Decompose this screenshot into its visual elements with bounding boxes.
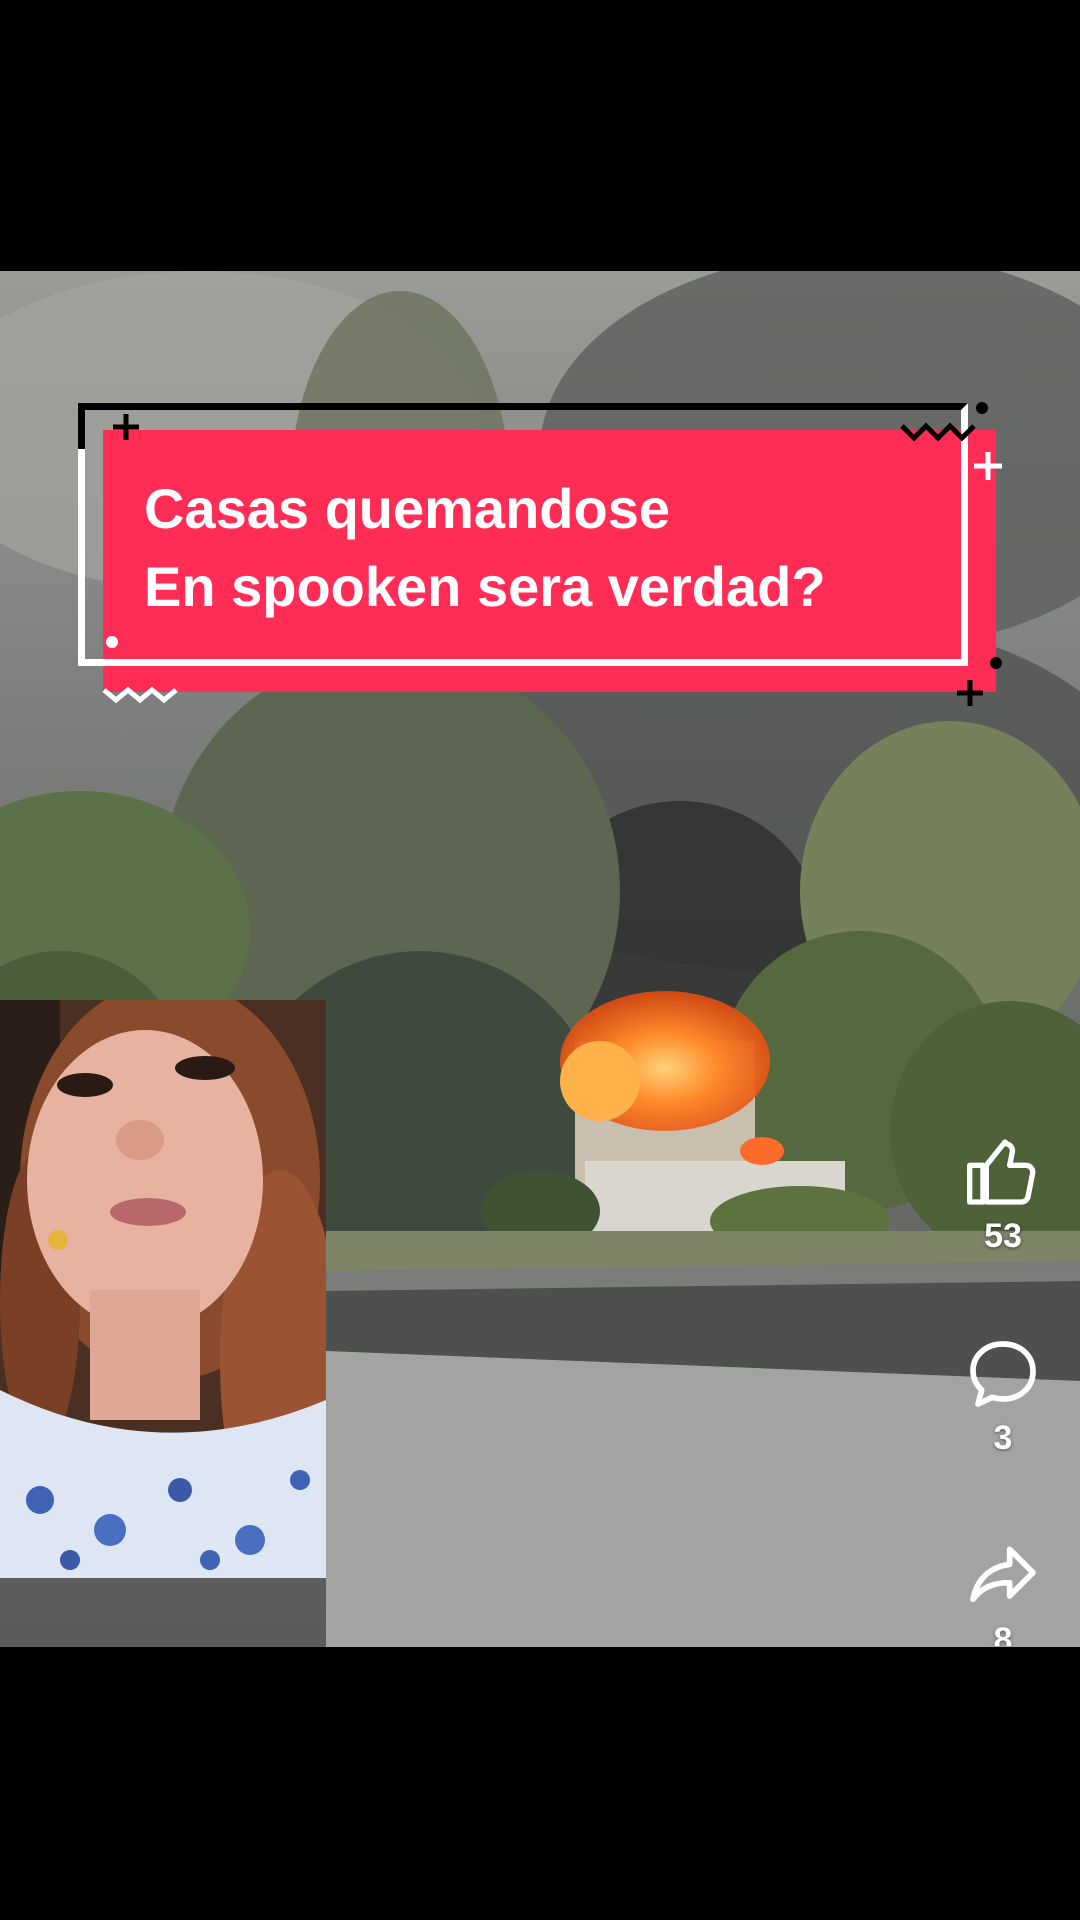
share-arrow-icon [970,1546,1036,1603]
comment-count: 3 [993,1419,1013,1457]
share-count: 8 [993,1621,1013,1646]
video-screen[interactable]: Casas quemandose En spooken sera verdad? [0,0,1080,1920]
like-count: 53 [984,1217,1022,1255]
title-text: Casas quemandose En spooken sera verdad? [144,470,964,626]
title-line-2: En spooken sera verdad? [144,555,826,618]
comment-bubble-icon [970,1341,1036,1407]
thumbs-up-icon [967,1139,1036,1205]
creator-face-cam [0,1000,326,1578]
like-button[interactable]: 53 [948,1132,1058,1256]
title-line-1: Casas quemandose [144,477,670,540]
share-button[interactable]: 8 [948,1536,1058,1646]
comment-button[interactable]: 3 [948,1334,1058,1458]
creator-portrait [0,1000,326,1578]
